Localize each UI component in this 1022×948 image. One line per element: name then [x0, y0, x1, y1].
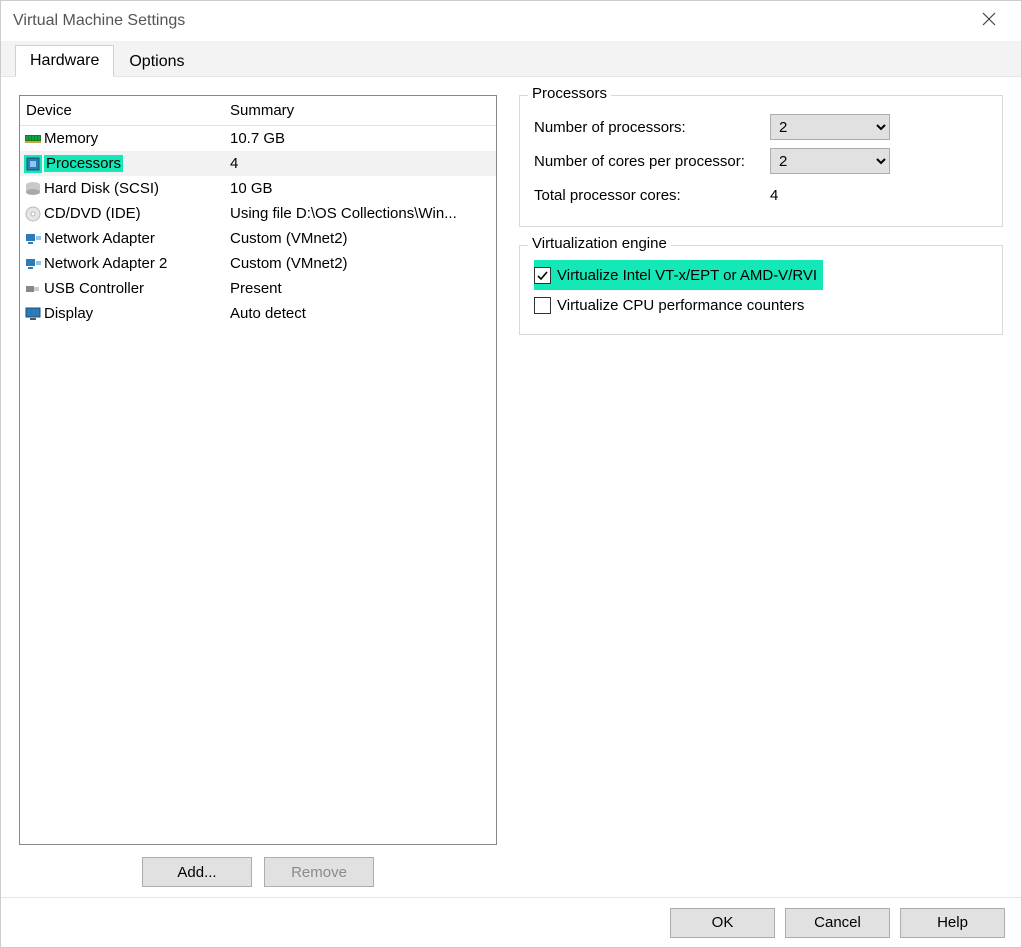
num-processors-select[interactable]: 2	[770, 114, 890, 140]
device-summary: Custom (VMnet2)	[230, 230, 496, 247]
help-button[interactable]: Help	[900, 908, 1005, 938]
device-summary: Auto detect	[230, 305, 496, 322]
num-processors-label: Number of processors:	[534, 119, 770, 136]
processors-legend: Processors	[528, 85, 611, 102]
cpu-icon	[24, 155, 42, 173]
virtualization-engine-group: Virtualization engine Virtualize Intel V…	[519, 245, 1003, 335]
device-summary: Using file D:\OS Collections\Win...	[230, 205, 496, 222]
device-row-memory[interactable]: Memory 10.7 GB	[20, 126, 496, 151]
processors-group: Processors Number of processors: 2 Numbe…	[519, 95, 1003, 227]
cd-icon	[24, 205, 42, 223]
virtualize-vtx-checkbox[interactable]	[534, 267, 551, 284]
cores-per-processor-select[interactable]: 2	[770, 148, 890, 174]
add-button[interactable]: Add...	[142, 857, 252, 887]
device-list: Device Summary Memory 10.7 GB Processors 4 H…	[19, 95, 497, 845]
device-name: Network Adapter	[44, 230, 155, 247]
device-row-cd[interactable]: CD/DVD (IDE) Using file D:\OS Collections…	[20, 201, 496, 226]
display-icon	[24, 305, 42, 323]
device-row-cpu[interactable]: Processors 4	[20, 151, 496, 176]
remove-button[interactable]: Remove	[264, 857, 374, 887]
total-cores-label: Total processor cores:	[534, 187, 770, 204]
device-row-nic[interactable]: Network Adapter 2 Custom (VMnet2)	[20, 251, 496, 276]
memory-icon	[24, 130, 42, 148]
total-cores-value: 4	[770, 187, 988, 204]
device-name: Memory	[44, 130, 98, 147]
virtualize-perf-checkbox[interactable]	[534, 297, 551, 314]
device-summary: Custom (VMnet2)	[230, 255, 496, 272]
nic-icon	[24, 255, 42, 273]
device-name: Network Adapter 2	[44, 255, 167, 272]
tab-hardware[interactable]: Hardware	[15, 45, 114, 77]
window-title: Virtual Machine Settings	[13, 12, 969, 30]
cores-per-processor-label: Number of cores per processor:	[534, 153, 770, 170]
device-name: Display	[44, 305, 93, 322]
virtualize-vtx-row[interactable]: Virtualize Intel VT-x/EPT or AMD-V/RVI	[534, 260, 823, 290]
nic-icon	[24, 230, 42, 248]
virtualize-vtx-label: Virtualize Intel VT-x/EPT or AMD-V/RVI	[557, 267, 817, 284]
device-name: CD/DVD (IDE)	[44, 205, 141, 222]
close-icon[interactable]	[969, 12, 1009, 31]
device-row-usb[interactable]: USB Controller Present	[20, 276, 496, 301]
tab-options[interactable]: Options	[114, 46, 199, 77]
virtualization-engine-legend: Virtualization engine	[528, 235, 671, 252]
device-row-hdd[interactable]: Hard Disk (SCSI) 10 GB	[20, 176, 496, 201]
column-device[interactable]: Device	[20, 102, 230, 119]
device-list-header: Device Summary	[20, 96, 496, 126]
device-name: Processors	[44, 155, 123, 172]
device-name: Hard Disk (SCSI)	[44, 180, 159, 197]
ok-button[interactable]: OK	[670, 908, 775, 938]
device-row-nic[interactable]: Network Adapter Custom (VMnet2)	[20, 226, 496, 251]
virtualize-perf-row[interactable]: Virtualize CPU performance counters	[534, 290, 988, 320]
device-summary: 10.7 GB	[230, 130, 496, 147]
usb-icon	[24, 280, 42, 298]
virtualize-perf-label: Virtualize CPU performance counters	[557, 297, 804, 314]
device-name: USB Controller	[44, 280, 144, 297]
device-summary: 10 GB	[230, 180, 496, 197]
hdd-icon	[24, 180, 42, 198]
device-row-display[interactable]: Display Auto detect	[20, 301, 496, 326]
device-summary: 4	[230, 155, 496, 172]
device-summary: Present	[230, 280, 496, 297]
cancel-button[interactable]: Cancel	[785, 908, 890, 938]
column-summary[interactable]: Summary	[230, 102, 496, 119]
